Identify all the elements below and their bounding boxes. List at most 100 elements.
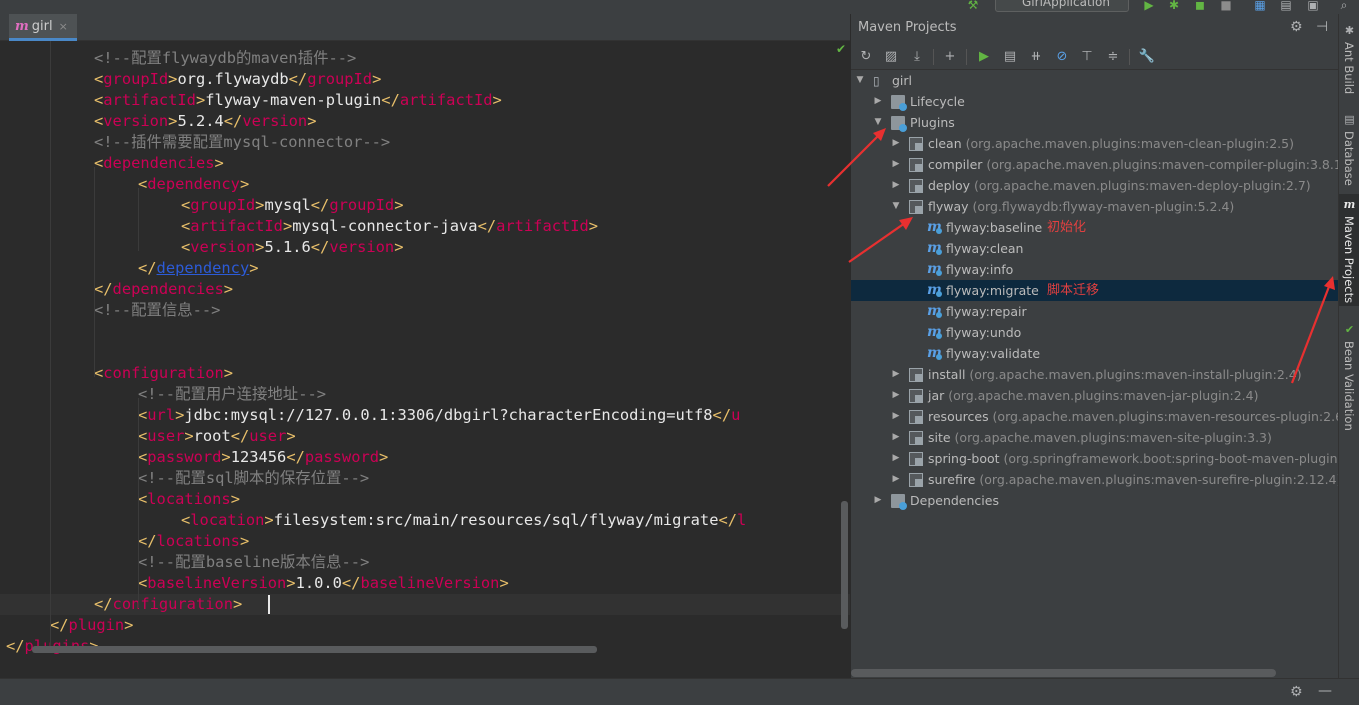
code-line[interactable]: <!--插件需要配置mysql-connector--> bbox=[0, 132, 850, 153]
maven-goal-item[interactable]: m flyway:validate bbox=[851, 343, 1339, 364]
collapsed-arrow-icon[interactable]: ▶ bbox=[891, 406, 901, 427]
collapsed-arrow-icon[interactable]: ▶ bbox=[873, 91, 883, 112]
collapsed-arrow-icon[interactable]: ▶ bbox=[891, 364, 901, 385]
maven-plugin-item[interactable]: ▶ spring-boot (org.springframework.boot:s… bbox=[851, 448, 1359, 469]
maven-plugin-item[interactable]: ▶ jar (org.apache.maven.plugins:maven-jar… bbox=[851, 385, 1339, 406]
maven-plugin-item[interactable]: ▶ surefire (org.apache.maven.plugins:mave… bbox=[851, 469, 1341, 490]
toggle-offline-icon[interactable]: ⧺ bbox=[1027, 48, 1045, 66]
code-line[interactable]: <dependencies> bbox=[0, 153, 850, 174]
maven-plugin-item[interactable]: ▶ compiler (org.apache.maven.plugins:mave… bbox=[851, 154, 1347, 175]
editor-vertical-scrollbar[interactable] bbox=[841, 501, 848, 629]
tool-tab-database[interactable]: ▤ Database bbox=[1339, 109, 1359, 193]
code-line[interactable]: <version>5.1.6</version> bbox=[0, 237, 850, 258]
code-area[interactable]: <!--配置flywaydb的maven插件--> <groupId>org.fl… bbox=[0, 41, 850, 655]
search-icon[interactable]: ⌕ bbox=[1337, 0, 1351, 12]
sdk-icon[interactable]: ▤ bbox=[1279, 0, 1293, 12]
run-goal-icon[interactable]: ▶ bbox=[975, 48, 993, 66]
maven-tree-node[interactable]: ▶ Lifecycle bbox=[851, 91, 1339, 112]
tab-girl[interactable]: m girl × bbox=[9, 14, 77, 41]
code-line[interactable]: </dependencies> bbox=[0, 279, 850, 300]
project-structure-icon[interactable]: ▦ bbox=[1253, 0, 1267, 12]
maven-tree-node[interactable]: ▼ Plugins bbox=[851, 112, 1339, 133]
execute-goal-icon[interactable]: ▤ bbox=[1001, 48, 1019, 66]
code-line[interactable]: <password>123456</password> bbox=[0, 447, 850, 468]
maven-plugin-item[interactable]: ▶ site (org.apache.maven.plugins:maven-si… bbox=[851, 427, 1339, 448]
code-line[interactable]: <groupId>org.flywaydb</groupId> bbox=[0, 69, 850, 90]
expanded-arrow-icon[interactable]: ▼ bbox=[873, 112, 883, 133]
stop-icon[interactable]: ■ bbox=[1219, 0, 1233, 12]
collapsed-arrow-icon[interactable]: ▶ bbox=[891, 133, 901, 154]
tool-tab-ant-build[interactable]: ✱ Ant Build bbox=[1339, 20, 1359, 104]
show-dependencies-icon[interactable]: ⊤ bbox=[1078, 48, 1096, 66]
layout-icon[interactable]: ▣ bbox=[1306, 0, 1320, 12]
code-line[interactable]: <locations> bbox=[0, 489, 850, 510]
maven-goal-item[interactable]: m flyway:undo bbox=[851, 322, 1339, 343]
download-icon[interactable]: ⤓ bbox=[908, 48, 926, 66]
hammer-icon[interactable]: ⚒ bbox=[966, 0, 980, 12]
collapsed-arrow-icon[interactable]: ▶ bbox=[891, 175, 901, 196]
code-line[interactable]: <!--配置flywaydb的maven插件--> bbox=[0, 48, 850, 69]
code-line[interactable]: <url>jdbc:mysql://127.0.0.1:3306/dbgirl?… bbox=[0, 405, 850, 426]
collapsed-arrow-icon[interactable]: ▶ bbox=[873, 490, 883, 511]
code-line[interactable]: <!--配置sql脚本的保存位置--> bbox=[0, 468, 850, 489]
maven-plugin-item[interactable]: ▶ resources (org.apache.maven.plugins:mav… bbox=[851, 406, 1348, 427]
code-line[interactable]: <!--配置用户连接地址--> bbox=[0, 384, 850, 405]
maven-horizontal-scrollbar[interactable] bbox=[851, 669, 1276, 677]
editor-horizontal-scrollbar[interactable] bbox=[32, 646, 597, 653]
maven-plugin-item[interactable]: ▼ flyway (org.flywaydb:flyway-maven-plugi… bbox=[851, 196, 1339, 217]
add-project-icon[interactable]: + bbox=[941, 48, 959, 66]
run-icon[interactable]: ▶ bbox=[1142, 0, 1156, 12]
collapsed-arrow-icon[interactable]: ▶ bbox=[891, 154, 901, 175]
code-editor[interactable]: m girl × ✔ <!--配置flywaydb的maven插件--> <group… bbox=[0, 14, 850, 655]
collapsed-arrow-icon[interactable]: ▶ bbox=[891, 427, 901, 448]
code-line[interactable]: <dependency> bbox=[0, 174, 850, 195]
maven-plugin-item[interactable]: ▶ install (org.apache.maven.plugins:maven… bbox=[851, 364, 1339, 385]
settings-wrench-icon[interactable]: 🔧 bbox=[1138, 48, 1156, 66]
maven-plugin-item[interactable]: ▶ clean (org.apache.maven.plugins:maven-c… bbox=[851, 133, 1339, 154]
run-configuration-select[interactable]: GirlApplication bbox=[995, 0, 1129, 12]
tool-tab-bean-validation[interactable]: ✔ Bean Validation bbox=[1339, 319, 1359, 431]
collapsed-arrow-icon[interactable]: ▶ bbox=[891, 448, 901, 469]
code-line[interactable]: <!--配置信息--> bbox=[0, 300, 850, 321]
code-line[interactable]: </configuration> bbox=[0, 594, 850, 615]
code-line[interactable]: <version>5.2.4</version> bbox=[0, 111, 850, 132]
maven-goal-item[interactable]: m flyway:info bbox=[851, 259, 1339, 280]
gear-icon[interactable]: ⚙ bbox=[1290, 685, 1303, 699]
maven-plugin-item[interactable]: ▶ deploy (org.apache.maven.plugins:maven-… bbox=[851, 175, 1339, 196]
tree-item-label: deploy (org.apache.maven.plugins:maven-d… bbox=[928, 175, 1311, 196]
collapse-all-icon[interactable]: ≑ bbox=[1104, 48, 1122, 66]
generate-sources-icon[interactable]: ▨ bbox=[882, 48, 900, 66]
code-line[interactable]: <artifactId>flyway-maven-plugin</artifac… bbox=[0, 90, 850, 111]
code-line[interactable]: </dependency> bbox=[0, 258, 850, 279]
maven-goal-item[interactable]: m flyway:clean bbox=[851, 238, 1339, 259]
maven-tree-node[interactable]: ▶ Dependencies bbox=[851, 490, 1339, 511]
coverage-icon[interactable]: ◼ bbox=[1193, 0, 1207, 12]
collapsed-arrow-icon[interactable]: ▶ bbox=[891, 385, 901, 406]
expanded-arrow-icon[interactable]: ▼ bbox=[855, 70, 865, 91]
debug-icon[interactable]: ✱ bbox=[1167, 0, 1181, 12]
code-line[interactable]: </locations> bbox=[0, 531, 850, 552]
maven-goal-item[interactable]: m flyway:repair bbox=[851, 301, 1339, 322]
collapsed-arrow-icon[interactable]: ▶ bbox=[891, 469, 901, 490]
hide-icon[interactable]: — bbox=[1318, 684, 1332, 698]
tool-tab-maven-projects[interactable]: m Maven Projects bbox=[1339, 194, 1359, 306]
code-line[interactable]: <!--配置baseline版本信息--> bbox=[0, 552, 850, 573]
code-line[interactable]: <baselineVersion>1.0.0</baselineVersion> bbox=[0, 573, 850, 594]
tab-close-icon[interactable]: × bbox=[59, 20, 68, 33]
hide-panel-icon[interactable]: ⊣ bbox=[1316, 20, 1328, 34]
code-line[interactable]: <groupId>mysql</groupId> bbox=[0, 195, 850, 216]
code-line[interactable]: <configuration> bbox=[0, 363, 850, 384]
code-line[interactable]: <location>filesystem:src/main/resources/… bbox=[0, 510, 850, 531]
skip-tests-icon[interactable]: ⊘ bbox=[1053, 48, 1071, 66]
code-line[interactable] bbox=[0, 321, 850, 342]
maven-goal-item[interactable]: m flyway:baseline bbox=[851, 217, 1339, 238]
code-line[interactable]: </plugin> bbox=[0, 615, 850, 636]
maven-tree-node[interactable]: ▼ ▯ girl bbox=[851, 70, 1339, 91]
reimport-icon[interactable]: ↻ bbox=[857, 48, 875, 66]
code-line[interactable] bbox=[0, 342, 850, 363]
gear-icon[interactable]: ⚙ bbox=[1290, 20, 1303, 34]
code-line[interactable]: <artifactId>mysql-connector-java</artifa… bbox=[0, 216, 850, 237]
expanded-arrow-icon[interactable]: ▼ bbox=[891, 196, 901, 217]
code-line[interactable]: <user>root</user> bbox=[0, 426, 850, 447]
code-text: mysql-connector-java bbox=[292, 217, 478, 235]
